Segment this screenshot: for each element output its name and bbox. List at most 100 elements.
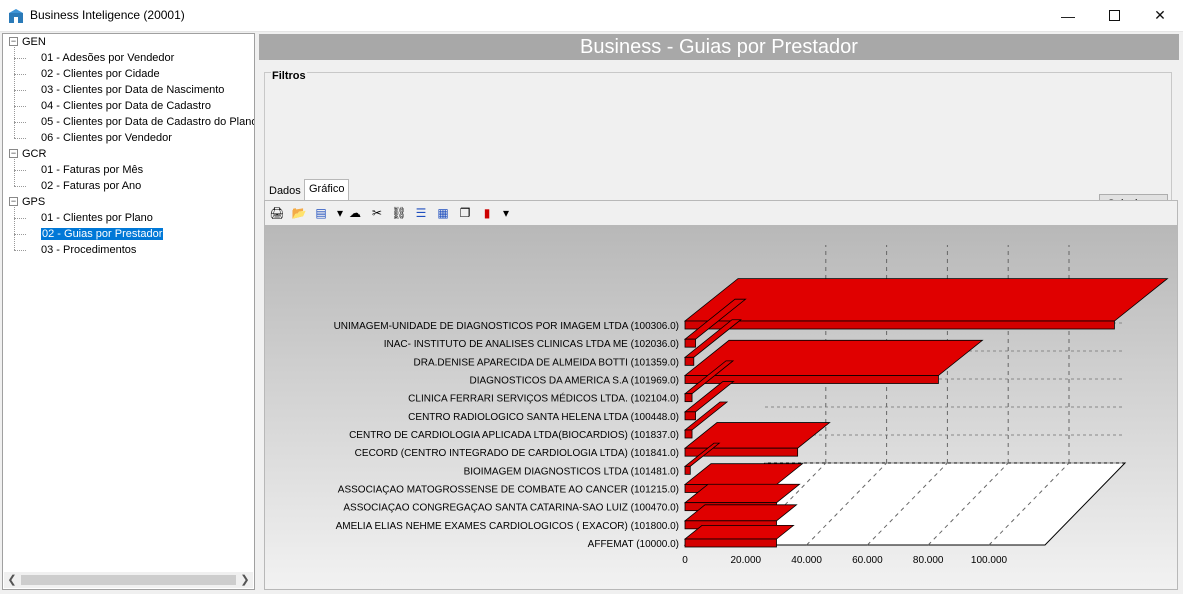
tree-connector xyxy=(14,122,26,123)
tree-item[interactable]: 01 - Faturas por Mês xyxy=(41,162,143,178)
bar xyxy=(684,393,693,403)
tree-connector xyxy=(14,90,26,91)
bar xyxy=(684,465,691,475)
tree-connector xyxy=(14,234,26,235)
bar-chart: UNIMAGEM-UNIDADE DE DIAGNOSTICOS POR IMA… xyxy=(265,225,1177,589)
grid-icon[interactable]: ▦ xyxy=(435,205,451,221)
scissors-icon[interactable]: ✂ xyxy=(369,205,385,221)
tree-connector xyxy=(14,207,15,250)
tree-item[interactable]: 03 - Clientes por Data de Nascimento xyxy=(41,82,224,98)
tree-connector xyxy=(14,250,26,251)
tree-item-label: 01 - Clientes por Plano xyxy=(41,212,153,224)
minimize-icon: — xyxy=(1061,7,1075,24)
tree-item[interactable]: 02 - Guias por Prestador xyxy=(41,226,164,242)
scroll-right-icon[interactable]: ❯ xyxy=(237,572,253,588)
filters-label: Filtros xyxy=(271,70,307,82)
tree-item-label: 02 - Faturas por Ano xyxy=(41,180,142,192)
bar xyxy=(684,320,1115,330)
category-label: AMELIA ELIAS NEHME EXAMES CARDIOLOGICOS … xyxy=(336,521,679,532)
tree-item-label: 02 - Guias por Prestador xyxy=(41,228,164,240)
x-tick-label: 100.000 xyxy=(971,555,1008,566)
tree-connector xyxy=(14,47,15,138)
scroll-thumb[interactable] xyxy=(21,575,236,585)
bar-style-icon[interactable]: ▮ xyxy=(479,205,495,221)
legend-icon[interactable]: ☰ xyxy=(413,205,429,221)
x-tick-label: 60.000 xyxy=(852,555,883,566)
tree-item-label: 01 - Adesões por Vendedor xyxy=(41,52,175,64)
bar xyxy=(684,356,695,366)
chart-rain-icon[interactable]: ☁ xyxy=(347,205,363,221)
tree-connector xyxy=(14,159,15,186)
bar xyxy=(684,429,693,439)
tree-connector xyxy=(14,58,26,59)
tree-group-gps[interactable]: GPS xyxy=(22,194,45,210)
expander-icon[interactable]: − xyxy=(9,197,18,206)
maximize-icon xyxy=(1108,10,1120,21)
tree-item-label: 03 - Procedimentos xyxy=(41,244,137,256)
tree-item-label: 01 - Faturas por Mês xyxy=(41,164,144,176)
tree-item-label: 04 - Clientes por Data de Cadastro xyxy=(41,100,211,112)
expander-icon[interactable]: − xyxy=(9,149,18,158)
filters-group: Filtros Selecionar xyxy=(264,70,1172,214)
tree-item[interactable]: 02 - Faturas por Ano xyxy=(41,178,141,194)
bar-top xyxy=(683,525,795,540)
tree-group-gcr[interactable]: GCR xyxy=(22,146,46,162)
window-title: Business Inteligence (20001) xyxy=(30,8,185,22)
tree-connector xyxy=(14,218,26,219)
tree-item[interactable]: 03 - Procedimentos xyxy=(41,242,136,258)
x-tick-label: 0 xyxy=(682,555,688,566)
chart-open-icon[interactable]: 📂 xyxy=(291,205,307,221)
tree-item[interactable]: 01 - Clientes por Plano xyxy=(41,210,153,226)
chart-print-icon[interactable]: 🖨 xyxy=(269,205,285,221)
tree-group-gen[interactable]: GEN xyxy=(22,34,46,50)
category-label: ASSOCIAÇAO MATOGROSSENSE DE COMBATE AO C… xyxy=(338,485,679,496)
category-label: AFFEMAT (10000.0) xyxy=(588,539,679,550)
maximize-button[interactable] xyxy=(1091,0,1137,31)
category-label: ASSOCIAÇAO CONGREGAÇAO SANTA CATARINA-SA… xyxy=(343,503,679,514)
title-bar: Business Inteligence (20001) — ✕ xyxy=(0,0,1183,32)
x-tick-label: 80.000 xyxy=(913,555,944,566)
dropdown-arrow-icon[interactable]: ▾ xyxy=(501,205,511,221)
bar xyxy=(684,411,696,421)
report-tree[interactable]: ❮ ❯ − GEN 01 - Adesões por Vendedor 02 - Cl… xyxy=(2,33,255,590)
x-tick-label: 40.000 xyxy=(791,555,822,566)
tree-item[interactable]: 06 - Clientes por Vendedor xyxy=(41,130,172,146)
tab-dados[interactable]: Dados xyxy=(265,182,305,200)
link-icon[interactable]: ⛓ xyxy=(391,205,407,221)
tree-hscrollbar[interactable]: ❮ ❯ xyxy=(4,572,253,588)
bar-top xyxy=(683,339,984,376)
expander-icon[interactable]: − xyxy=(9,37,18,46)
page-title: Business - Guias por Prestador xyxy=(259,34,1179,60)
main-panel: Business - Guias por Prestador Filtros S… xyxy=(259,34,1179,590)
category-label: BIOIMAGEM DIAGNOSTICOS LTDA (101481.0) xyxy=(464,466,679,477)
scroll-left-icon[interactable]: ❮ xyxy=(4,572,20,588)
tree-connector xyxy=(14,106,26,107)
tree-item[interactable]: 05 - Clientes por Data de Cadastro do Pl… xyxy=(41,114,255,130)
category-label: CENTRO DE CARDIOLOGIA APLICADA LTDA(BIOC… xyxy=(349,430,679,441)
close-button[interactable]: ✕ xyxy=(1137,0,1183,31)
tab-grafico[interactable]: Gráfico xyxy=(304,179,350,201)
tree-connector xyxy=(14,138,26,139)
category-label: DIAGNOSTICOS DA AMERICA S.A (101969.0) xyxy=(469,376,679,387)
category-label: CLINICA FERRARI SERVIÇOS MÉDICOS LTDA. (… xyxy=(408,392,679,405)
category-label: DRA.DENISE APARECIDA DE ALMEIDA BOTTI (1… xyxy=(414,357,679,368)
dropdown-arrow-icon[interactable]: ▾ xyxy=(335,205,345,221)
category-label: INAC- INSTITUTO DE ANALISES CLINICAS LTD… xyxy=(384,339,679,350)
bar-top xyxy=(683,504,798,522)
app-logo-icon xyxy=(9,9,23,23)
chart-tab-panel: 🖨 📂 ▤ ▾ ☁ ✂ ⛓ ☰ ▦ ❐ ▮ ▾ UNIMAGEM-UNIDADE DE DIAGNOS… xyxy=(264,200,1178,590)
minimize-button[interactable]: — xyxy=(1045,0,1091,31)
x-tick-label: 20.000 xyxy=(731,555,762,566)
tree-item-label: 05 - Clientes por Data de Cadastro do Pl… xyxy=(41,116,255,128)
bar-top xyxy=(683,278,1169,322)
tree-item[interactable]: 04 - Clientes por Data de Cadastro xyxy=(41,98,211,114)
tree-item[interactable]: 01 - Adesões por Vendedor xyxy=(41,50,174,66)
copy-icon[interactable]: ❐ xyxy=(457,205,473,221)
category-label: CECORD (CENTRO INTEGRADO DE CARDIOLOGIA … xyxy=(355,448,679,459)
category-label: CENTRO RADIOLOGICO SANTA HELENA LTDA (10… xyxy=(408,412,679,423)
chart-type-icon[interactable]: ▤ xyxy=(313,205,329,221)
bar xyxy=(684,338,696,348)
category-label: UNIMAGEM-UNIDADE DE DIAGNOSTICOS POR IMA… xyxy=(334,321,679,332)
tree-item[interactable]: 02 - Clientes por Cidade xyxy=(41,66,160,82)
tree-item-label: 06 - Clientes por Vendedor xyxy=(41,132,172,144)
